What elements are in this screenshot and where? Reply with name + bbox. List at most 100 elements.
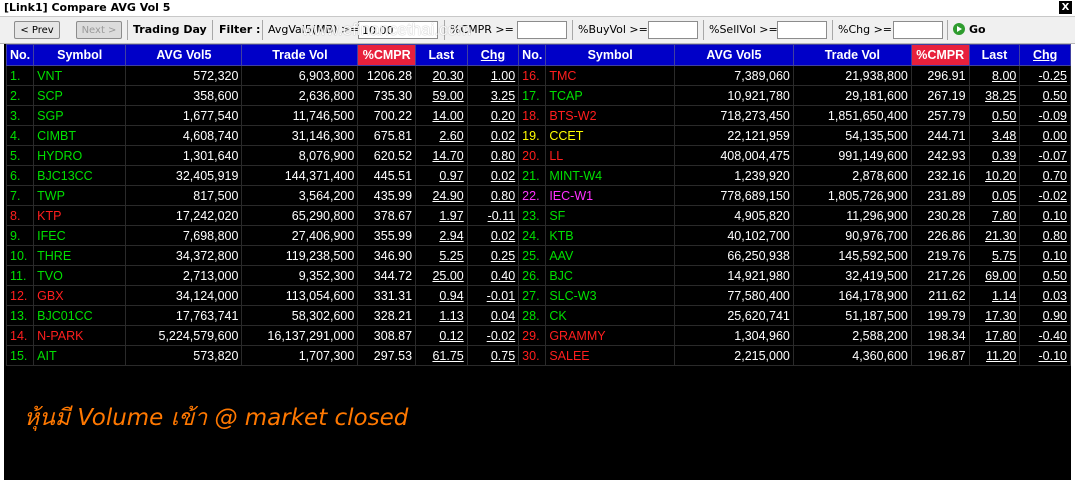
table-row[interactable]: 14. N-PARK 5,224,579,600 16,137,291,000 308.… (5, 325, 1071, 346)
symbol-cell[interactable]: CK (545, 305, 675, 326)
change-cell[interactable]: -0.40 (1019, 325, 1071, 346)
last-price-cell[interactable]: 5.75 (968, 245, 1021, 266)
symbol-cell[interactable]: IFEC (33, 225, 127, 246)
symbol-cell[interactable]: TCAP (545, 85, 675, 106)
symbol-cell[interactable]: TVO (33, 265, 127, 286)
table-row[interactable]: 7. TWP 817,500 3,564,200 435.99 24.90 0.80 22. I… (5, 185, 1071, 206)
last-price-cell[interactable]: 5.25 (415, 245, 468, 266)
change-cell[interactable]: -0.11 (466, 205, 520, 226)
last-price-cell[interactable]: 20.30 (415, 65, 468, 86)
last-price-cell[interactable]: 69.00 (968, 265, 1021, 286)
change-cell[interactable]: -0.07 (1019, 145, 1071, 166)
last-price-cell[interactable]: 17.30 (968, 305, 1021, 326)
change-cell[interactable]: 0.40 (466, 265, 520, 286)
last-price-cell[interactable]: 7.80 (968, 205, 1021, 226)
symbol-cell[interactable]: SF (545, 205, 675, 226)
symbol-cell[interactable]: BTS-W2 (545, 105, 675, 126)
change-cell[interactable]: 0.75 (466, 345, 520, 366)
col-header-chg[interactable]: Chg (466, 44, 520, 66)
last-price-cell[interactable]: 14.00 (415, 105, 468, 126)
last-price-cell[interactable]: 24.90 (415, 185, 468, 206)
change-cell[interactable]: 0.80 (466, 145, 520, 166)
change-cell[interactable]: 0.20 (466, 105, 520, 126)
symbol-cell[interactable]: SCP (33, 85, 127, 106)
table-row[interactable]: 5. HYDRO 1,301,640 8,076,900 620.52 14.70 0.80… (5, 145, 1071, 166)
change-cell[interactable]: 0.04 (466, 305, 520, 326)
symbol-cell[interactable]: BJC01CC (33, 305, 127, 326)
last-price-cell[interactable]: 1.13 (415, 305, 468, 326)
change-cell[interactable]: 0.02 (466, 225, 520, 246)
symbol-cell[interactable]: SLC-W3 (545, 285, 675, 306)
close-button[interactable]: X (1059, 1, 1072, 14)
col-header-trade-vol[interactable]: Trade Vol (792, 44, 912, 66)
change-cell[interactable]: 0.10 (1019, 205, 1071, 226)
last-price-cell[interactable]: 0.05 (968, 185, 1021, 206)
sellvol-filter-input[interactable] (777, 21, 827, 39)
col-header-symbol[interactable]: Symbol (545, 44, 675, 66)
symbol-cell[interactable]: IEC-W1 (545, 185, 675, 206)
last-price-cell[interactable]: 0.39 (968, 145, 1021, 166)
symbol-cell[interactable]: KTP (33, 205, 127, 226)
table-row[interactable]: 1. VNT 572,320 6,903,800 1206.28 20.30 1.00 16.… (5, 65, 1071, 86)
symbol-cell[interactable]: GBX (33, 285, 127, 306)
chg-filter-input[interactable] (893, 21, 943, 39)
table-row[interactable]: 3. SGP 1,677,540 11,746,500 700.22 14.00 0.20 1… (5, 105, 1071, 126)
last-price-cell[interactable]: 25.00 (415, 265, 468, 286)
symbol-cell[interactable]: LL (545, 145, 675, 166)
col-header-last[interactable]: Last (968, 44, 1021, 66)
buyvol-filter-input[interactable] (648, 21, 698, 39)
col-header-last[interactable]: Last (415, 44, 468, 66)
symbol-cell[interactable]: THRE (33, 245, 127, 266)
symbol-cell[interactable]: TWP (33, 185, 127, 206)
prev-button[interactable]: < Prev (14, 21, 60, 39)
last-price-cell[interactable]: 11.20 (968, 345, 1021, 366)
change-cell[interactable]: -0.10 (1019, 345, 1071, 366)
change-cell[interactable]: -0.01 (466, 285, 520, 306)
change-cell[interactable]: -0.25 (1019, 65, 1071, 86)
col-header-cmpr[interactable]: %CMPR (357, 44, 417, 66)
symbol-cell[interactable]: BJC (545, 265, 675, 286)
change-cell[interactable]: -0.02 (1019, 185, 1071, 206)
symbol-cell[interactable]: VNT (33, 65, 127, 86)
symbol-cell[interactable]: CIMBT (33, 125, 127, 146)
col-header-symbol[interactable]: Symbol (33, 44, 127, 66)
col-header-no[interactable]: No. (518, 44, 547, 66)
last-price-cell[interactable]: 21.30 (968, 225, 1021, 246)
symbol-cell[interactable]: N-PARK (33, 325, 127, 346)
col-header-cmpr[interactable]: %CMPR (910, 44, 970, 66)
last-price-cell[interactable]: 14.70 (415, 145, 468, 166)
change-cell[interactable]: 0.25 (466, 245, 520, 266)
symbol-cell[interactable]: AAV (545, 245, 675, 266)
table-row[interactable]: 2. SCP 358,600 2,636,800 735.30 59.00 3.25 17. T… (5, 85, 1071, 106)
table-row[interactable]: 13. BJC01CC 17,763,741 58,302,600 328.21 1.13… (5, 305, 1071, 326)
cmpr-filter-input[interactable] (517, 21, 567, 39)
last-price-cell[interactable]: 3.48 (968, 125, 1021, 146)
last-price-cell[interactable]: 0.97 (415, 165, 468, 186)
symbol-cell[interactable]: HYDRO (33, 145, 127, 166)
last-price-cell[interactable]: 0.50 (968, 105, 1021, 126)
table-row[interactable]: 10. THRE 34,372,800 119,238,500 346.90 5.25 0.… (5, 245, 1071, 266)
change-cell[interactable]: 0.50 (1019, 85, 1071, 106)
change-cell[interactable]: 0.70 (1019, 165, 1071, 186)
last-price-cell[interactable]: 0.12 (415, 325, 468, 346)
change-cell[interactable]: -0.02 (466, 325, 520, 346)
col-header-no[interactable]: No. (5, 44, 35, 66)
change-cell[interactable]: 3.25 (466, 85, 520, 106)
symbol-cell[interactable]: TMC (545, 65, 675, 86)
symbol-cell[interactable]: SALEE (545, 345, 675, 366)
symbol-cell[interactable]: AIT (33, 345, 127, 366)
last-price-cell[interactable]: 10.20 (968, 165, 1021, 186)
change-cell[interactable]: 0.00 (1019, 125, 1071, 146)
col-header-chg[interactable]: Chg (1019, 44, 1071, 66)
col-header-trade-vol[interactable]: Trade Vol (241, 44, 359, 66)
table-row[interactable]: 15. AIT 573,820 1,707,300 297.53 61.75 0.75 30.… (5, 345, 1071, 366)
symbol-cell[interactable]: MINT-W4 (545, 165, 675, 186)
table-row[interactable]: 8. KTP 17,242,020 65,290,800 378.67 1.97 -0.11… (5, 205, 1071, 226)
change-cell[interactable]: 0.80 (1019, 225, 1071, 246)
change-cell[interactable]: -0.09 (1019, 105, 1071, 126)
col-header-avg-vol5[interactable]: AVG Vol5 (673, 44, 794, 66)
table-row[interactable]: 11. TVO 2,713,000 9,352,300 344.72 25.00 0.40 2… (5, 265, 1071, 286)
table-row[interactable]: 12. GBX 34,124,000 113,054,600 331.31 0.94 -0.… (5, 285, 1071, 306)
last-price-cell[interactable]: 1.97 (415, 205, 468, 226)
last-price-cell[interactable]: 8.00 (968, 65, 1021, 86)
